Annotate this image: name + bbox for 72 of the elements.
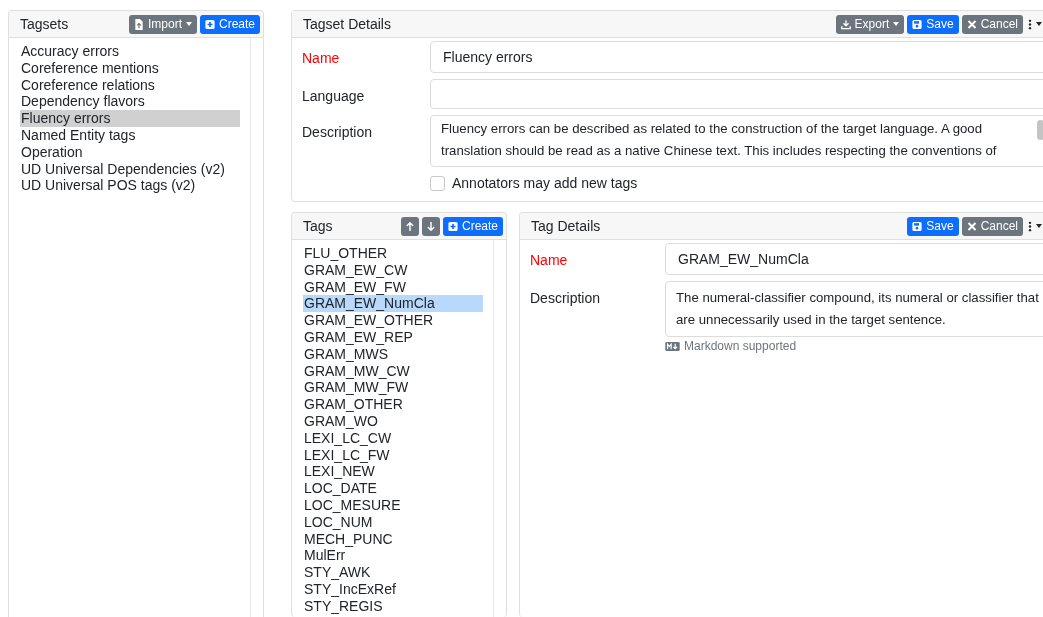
plus-square-icon	[447, 220, 458, 232]
tagset-item[interactable]: Fluency errors	[20, 110, 240, 127]
field-label: Description	[302, 123, 374, 140]
field-label: Name	[302, 49, 341, 66]
create-button[interactable]: Create	[199, 14, 260, 34]
tag-item[interactable]: GRAM_MW_CW	[303, 362, 483, 380]
save-icon	[912, 220, 923, 232]
name-field[interactable]: GRAM_EW_NumCla	[665, 243, 1043, 275]
tag-item[interactable]: GRAM_EW_REP	[303, 329, 483, 346]
move-up-button[interactable]	[400, 216, 419, 236]
field-label: Description	[530, 289, 602, 306]
tag-item[interactable]: LOC_MESURE	[303, 496, 483, 514]
cancel-button[interactable]: Cancel	[961, 216, 1023, 236]
tagset-item[interactable]: Dependency flavors	[20, 93, 240, 111]
save-icon	[912, 18, 923, 30]
tagset-item[interactable]: Coreference relations	[20, 76, 240, 94]
tag-item[interactable]: GRAM_OTHER	[303, 396, 483, 413]
panel-title: Tags	[303, 218, 333, 234]
field-label: Name	[530, 251, 569, 268]
tag-item[interactable]: MECH_PUNC	[303, 530, 483, 548]
up-arrow-icon	[404, 220, 415, 232]
download-icon	[840, 18, 851, 30]
scrollbar[interactable]	[1037, 120, 1043, 140]
tag-item[interactable]: STY_IncExRef	[303, 580, 483, 598]
save-button[interactable]: Save	[907, 216, 959, 236]
tag-item[interactable]: FLU_OTHER	[303, 245, 483, 262]
tag-item[interactable]: GRAM_MWS	[303, 345, 483, 363]
tag-item[interactable]: GRAM_EW_NumCla	[303, 295, 483, 313]
vertical-dots-icon	[1028, 220, 1032, 232]
down-arrow-icon	[425, 220, 436, 232]
tag-item[interactable]: GRAM_WO	[303, 412, 483, 430]
tag-item[interactable]: LEXI_LC_CW	[303, 429, 483, 447]
tag-item[interactable]: LEXI_NEW	[303, 463, 483, 481]
field-label: Language	[302, 87, 366, 104]
tag-item[interactable]: LEXI_LC_FW	[303, 446, 483, 464]
tag-item[interactable]: STY_REGIS	[303, 597, 483, 615]
import-button[interactable]: Import	[128, 14, 197, 34]
markdown-hint: Markdown supported	[684, 339, 797, 353]
save-button[interactable]: Save	[907, 14, 959, 34]
tag-item[interactable]: STY_AWK	[303, 564, 483, 581]
move-down-button[interactable]	[421, 216, 440, 236]
language-field[interactable]	[430, 79, 1043, 109]
checkbox-label: Annotators may add new tags	[452, 175, 638, 191]
panel-title: Tag Details	[531, 218, 601, 234]
tag-item[interactable]: MulErr	[303, 547, 483, 565]
tagset-item[interactable]: UD Universal POS tags (v2)	[20, 177, 240, 195]
create-button[interactable]: Create	[442, 216, 503, 236]
tag-item[interactable]: LOC_NUM	[303, 513, 483, 531]
cancel-button[interactable]: Cancel	[961, 14, 1023, 34]
description-field[interactable]: The numeral-classifier compound, its numeral or classifier that are unnecessarily used in the target sentence.	[665, 281, 1043, 337]
file-upload-icon	[133, 18, 144, 30]
close-icon	[966, 220, 977, 232]
tagset-item[interactable]: Coreference mentions	[20, 59, 240, 77]
plus-square-icon	[204, 18, 215, 30]
markdown-icon	[665, 341, 680, 351]
tag-item[interactable]: GRAM_EW_CW	[303, 261, 483, 279]
tagset-item[interactable]: Accuracy errors	[20, 43, 240, 60]
tag-item[interactable]: GRAM_MW_FW	[303, 379, 483, 397]
close-icon	[966, 18, 977, 30]
export-button[interactable]: Export	[835, 14, 905, 34]
tagset-item[interactable]: Named Entity tags	[20, 127, 240, 144]
tagset-item[interactable]: UD Universal Dependencies (v2)	[20, 160, 240, 178]
panel-title: Tagset Details	[303, 16, 391, 32]
name-field[interactable]: Fluency errors	[430, 41, 1043, 73]
panel-title: Tagsets	[20, 16, 69, 32]
tagset-item[interactable]: Operation	[20, 143, 240, 161]
vertical-dots-icon	[1028, 18, 1032, 30]
tag-item[interactable]: GRAM_EW_OTHER	[303, 312, 483, 329]
description-field[interactable]: Fluency errors can be described as related to the construction of the target language. A good translation should be read as a native Chinese text. This includes respecting the conventions of	[430, 115, 1043, 167]
checkbox[interactable]	[430, 175, 445, 191]
tag-item[interactable]: LOC_DATE	[303, 480, 483, 497]
tag-item[interactable]: GRAM_EW_FW	[303, 278, 483, 296]
